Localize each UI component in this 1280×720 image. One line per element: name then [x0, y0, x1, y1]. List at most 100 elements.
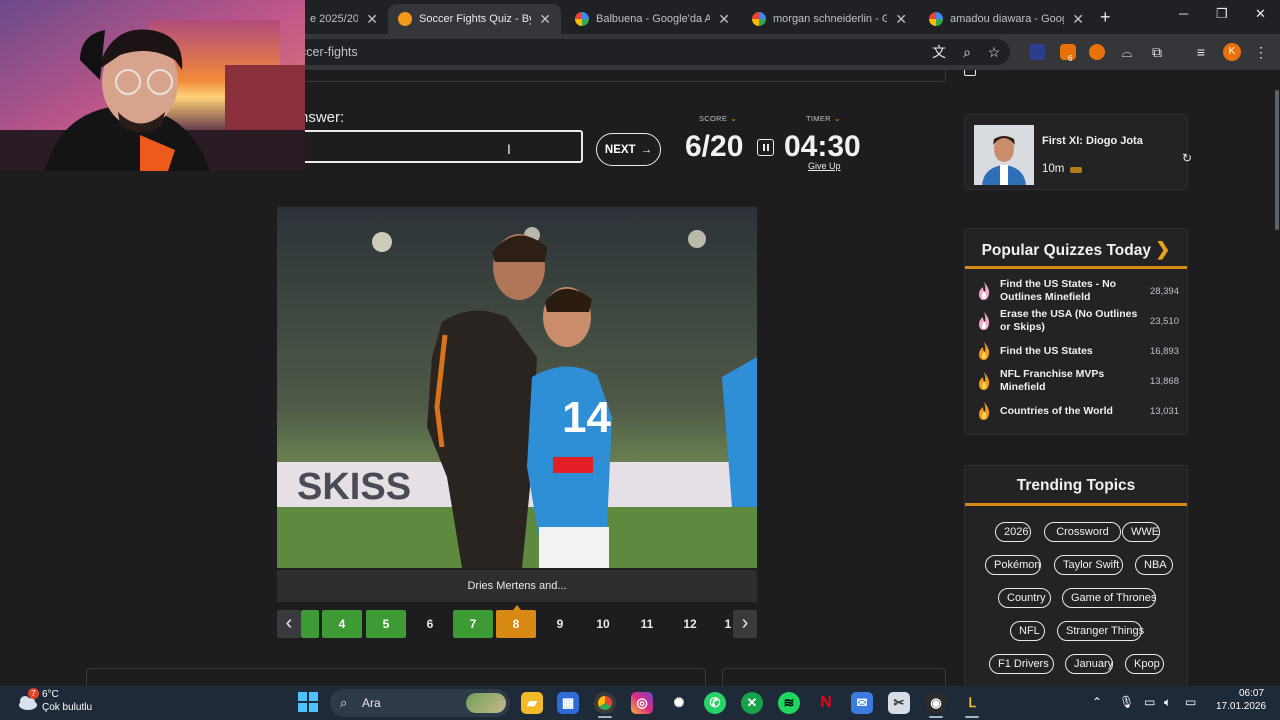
pause-button[interactable]	[757, 139, 774, 156]
next-button[interactable]: NEXT →	[596, 133, 661, 166]
recommended-title[interactable]: First XI: Diogo Jota	[1042, 135, 1143, 147]
scrollbar-thumb[interactable]	[1275, 90, 1279, 230]
pager-prev-button[interactable]: ‹	[277, 610, 301, 638]
topic-chip[interactable]: Stranger Things	[1057, 621, 1144, 641]
chrome-icon[interactable]	[594, 692, 616, 714]
score-label[interactable]: SCORE ⌄	[699, 114, 737, 123]
close-icon[interactable]: ✕	[539, 11, 551, 28]
new-tab-icon[interactable]: +	[1100, 7, 1111, 28]
popular-quizzes-panel: Popular Quizzes Today ❯ Find the US Stat…	[964, 228, 1188, 435]
extension-badge-count: 6	[1068, 54, 1073, 63]
answer-input[interactable]	[300, 130, 583, 163]
close-icon[interactable]: ✕	[1072, 11, 1084, 28]
popular-quiz-item[interactable]: Erase the USA (No Outlines or Skips) 23,…	[965, 307, 1189, 335]
obs-icon[interactable]: ◉	[925, 692, 947, 714]
pager-item[interactable]: 9	[540, 610, 580, 638]
store-icon[interactable]: ▦	[557, 692, 579, 714]
minimize-icon[interactable]: ─	[1179, 6, 1188, 21]
topic-chip[interactable]: Taylor Swift	[1054, 555, 1123, 575]
netflix-icon[interactable]: N	[815, 692, 837, 714]
snipping-tool-icon[interactable]: ✂	[888, 692, 910, 714]
browser-tab[interactable]: Balbuena - Google'da Ara ✕	[565, 4, 740, 34]
pager-item[interactable]: 6	[410, 610, 450, 638]
profile-avatar[interactable]: K	[1223, 43, 1241, 61]
pager-item[interactable]	[301, 610, 319, 638]
topic-chip[interactable]: Game of Thrones	[1062, 588, 1156, 608]
clock-time[interactable]: 06:07	[1239, 688, 1264, 699]
close-icon[interactable]: ✕	[895, 11, 907, 28]
topic-chip[interactable]: January	[1065, 654, 1113, 674]
restore-icon[interactable]: ❐	[1216, 6, 1228, 22]
windows-start-icon[interactable]	[298, 692, 318, 712]
active-app-indicator	[598, 716, 612, 718]
taskbar-search[interactable]: ⌕ Ara	[330, 689, 510, 717]
battery-icon[interactable]: ▭	[1185, 695, 1196, 709]
pager-item[interactable]: 5	[366, 610, 406, 638]
popular-quiz-name: Find the US States	[1000, 345, 1093, 357]
pager-item[interactable]: 12	[670, 610, 710, 638]
glasses-icon[interactable]: ⌓	[1118, 43, 1136, 61]
popular-quizzes-header[interactable]: Popular Quizzes Today ❯	[965, 229, 1187, 269]
topic-chip[interactable]: Kpop	[1125, 654, 1164, 674]
extension-icon[interactable]	[1029, 44, 1045, 60]
menu-icon[interactable]: ⋮	[1252, 43, 1270, 61]
popular-quiz-count: 28,394	[1149, 286, 1179, 297]
search-label: Ara	[362, 696, 381, 710]
mail-icon[interactable]: ✉	[851, 692, 873, 714]
topic-chip[interactable]: Pokémon	[985, 555, 1041, 575]
pager-next-button[interactable]: ›	[733, 610, 757, 638]
window-close-icon[interactable]: ✕	[1255, 6, 1266, 22]
microphone-icon[interactable]: 🎙︎	[1119, 695, 1134, 709]
tray-chevron-up-icon[interactable]: ⌃	[1092, 695, 1102, 709]
media-icon[interactable]: ≡	[1192, 43, 1210, 61]
pager-item[interactable]: 7	[453, 610, 493, 638]
extension-icon[interactable]	[1089, 44, 1105, 60]
whatsapp-icon[interactable]: ✆	[704, 692, 726, 714]
trending-topics-panel: Trending Topics 2026 Crossword WWE Pokém…	[964, 465, 1188, 686]
answer-label: nswer:	[300, 109, 345, 126]
instagram-icon[interactable]: ◎	[631, 692, 653, 714]
volume-icon[interactable]: 🔈︎	[1164, 695, 1171, 710]
close-icon[interactable]: ✕	[366, 11, 378, 28]
browser-tab-active[interactable]: Soccer Fights Quiz - By cha ✕	[388, 4, 561, 34]
pager-item-current[interactable]: 8	[496, 610, 536, 638]
topic-chip[interactable]: WWE	[1122, 522, 1160, 542]
share-icon[interactable]	[964, 70, 976, 76]
topic-chip[interactable]: Country	[998, 588, 1051, 608]
popular-quiz-item[interactable]: Find the US States - No Outlines Minefie…	[965, 277, 1189, 305]
pager-item[interactable]: 11	[627, 610, 667, 638]
timer-label[interactable]: TIMER ⌄	[806, 114, 841, 123]
browser-tab[interactable]: morgan schneiderlin - Goo ✕	[742, 4, 917, 34]
give-up-link[interactable]: Give Up	[808, 161, 841, 171]
puzzle-icon[interactable]: ⧉	[1148, 43, 1166, 61]
topic-chip[interactable]: Crossword	[1044, 522, 1121, 542]
topic-chip[interactable]: F1 Drivers	[989, 654, 1054, 674]
network-icon[interactable]: ▭	[1144, 695, 1155, 709]
pager-item[interactable]: 1	[723, 610, 733, 638]
translate-icon[interactable]: 文	[930, 43, 948, 61]
topic-chip[interactable]: 2026	[995, 522, 1031, 542]
recommended-quiz-card[interactable]: First XI: Diogo Jota 10m ↻	[964, 114, 1192, 190]
bookmark-star-icon[interactable]: ☆	[985, 43, 1003, 61]
popular-quiz-item[interactable]: Find the US States 16,893	[965, 337, 1189, 365]
xbox-icon[interactable]: ✕	[741, 692, 763, 714]
browser-tab[interactable]: amadou diawara - Google' ✕	[919, 4, 1094, 34]
topic-chip[interactable]: NFL	[1010, 621, 1045, 641]
refresh-icon[interactable]: ↻	[1182, 151, 1192, 165]
pager-item[interactable]: 4	[322, 610, 362, 638]
quiz-photo: SKISS 14	[277, 207, 757, 568]
popular-quiz-item[interactable]: Countries of the World 13,031	[965, 397, 1189, 425]
topic-chip[interactable]: NBA	[1135, 555, 1173, 575]
close-icon[interactable]: ✕	[718, 11, 730, 28]
clock-date[interactable]: 17.01.2026	[1216, 701, 1266, 712]
popular-quiz-item[interactable]: NFL Franchise MVPs Minefield 13,868	[965, 367, 1189, 395]
pager-item[interactable]: 10	[583, 610, 623, 638]
address-bar[interactable]: ccer-fights 文 ⌕ ☆	[200, 39, 1010, 65]
league-icon[interactable]: Ⅼ	[961, 692, 983, 714]
file-explorer-icon[interactable]: ▰	[521, 692, 543, 714]
browser-tab[interactable]: e 2025/2026 ✕	[300, 4, 388, 34]
spotify-icon[interactable]: ≋	[778, 692, 800, 714]
ticket-icon	[1070, 167, 1082, 173]
chatgpt-icon[interactable]: ✺	[668, 692, 690, 714]
zoom-icon[interactable]: ⌕	[958, 43, 976, 61]
